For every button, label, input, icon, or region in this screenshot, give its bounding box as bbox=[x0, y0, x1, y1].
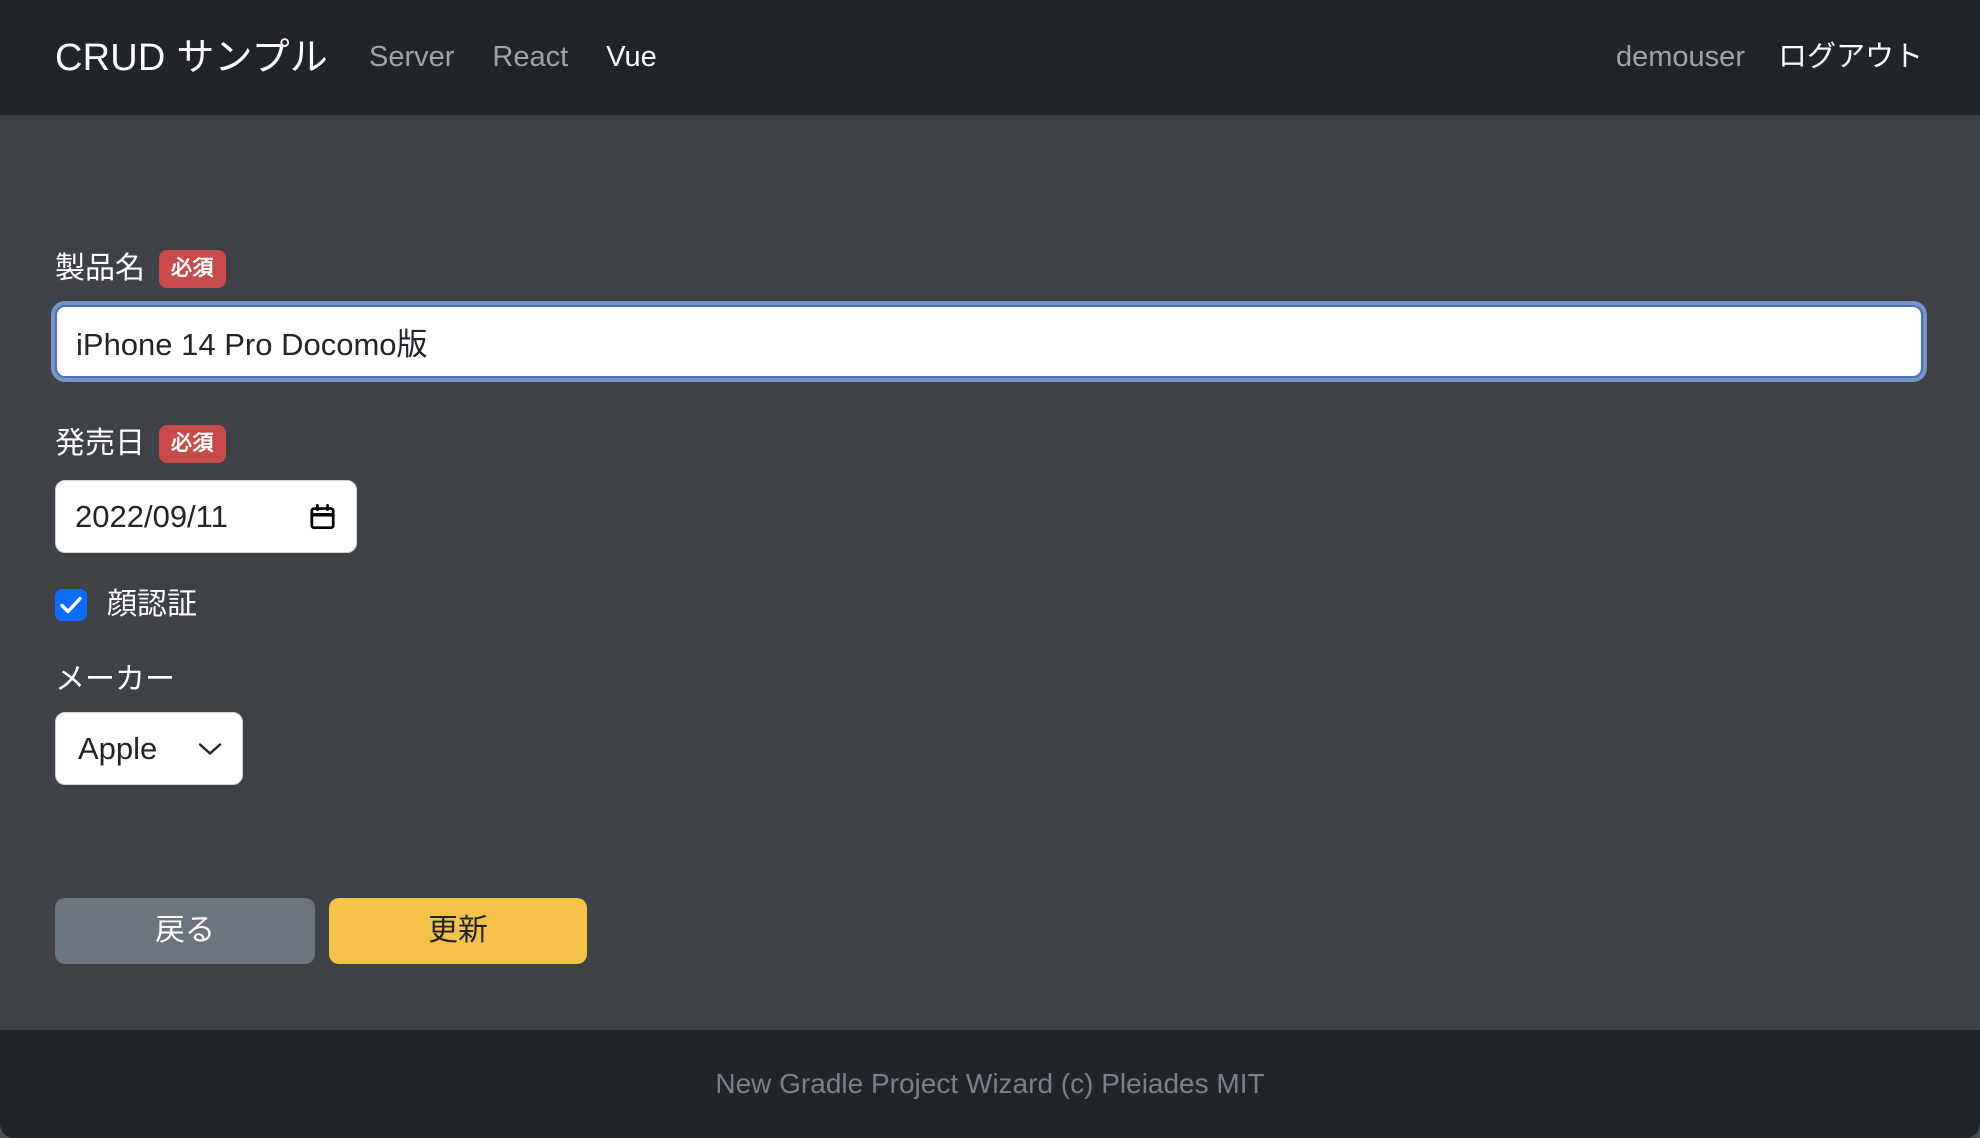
footer-text: New Gradle Project Wizard (c) Pleiades M… bbox=[715, 1068, 1265, 1099]
navbar-brand[interactable]: CRUD サンプル bbox=[55, 39, 328, 77]
maker-label-row: メーカー bbox=[55, 665, 1923, 695]
product-name-input[interactable] bbox=[51, 301, 1927, 382]
face-auth-row[interactable]: 顔認証 bbox=[55, 589, 1923, 621]
maker-selected-value: Apple bbox=[78, 731, 158, 766]
nav-link-react[interactable]: React bbox=[492, 43, 568, 72]
navbar-right: demouser ログアウト bbox=[1616, 43, 1923, 72]
page-root: CRUD サンプル Server React Vue demouser ログアウ… bbox=[0, 0, 1980, 1138]
release-date-label: 発売日 bbox=[55, 427, 145, 460]
product-name-label: 製品名 bbox=[55, 252, 145, 285]
chevron-down-icon[interactable] bbox=[198, 742, 222, 756]
product-name-label-row: 製品名 必須 bbox=[55, 250, 1923, 288]
release-date-value: 2022/09/11 bbox=[75, 499, 228, 534]
face-auth-checkbox[interactable] bbox=[55, 589, 87, 621]
face-auth-label: 顔認証 bbox=[107, 588, 197, 621]
check-icon bbox=[60, 596, 82, 614]
release-date-required-badge: 必須 bbox=[159, 425, 226, 463]
product-name-required-badge: 必須 bbox=[159, 250, 226, 288]
navbar-username: demouser bbox=[1616, 41, 1745, 73]
maker-select[interactable]: Apple bbox=[55, 712, 243, 785]
form-actions: 戻る 更新 bbox=[55, 898, 1923, 964]
release-date-input[interactable]: 2022/09/11 bbox=[55, 480, 357, 553]
back-button[interactable]: 戻る bbox=[55, 898, 315, 964]
calendar-icon[interactable] bbox=[309, 503, 336, 530]
maker-label: メーカー bbox=[55, 663, 175, 696]
update-button[interactable]: 更新 bbox=[329, 898, 587, 964]
navbar-links: Server React Vue bbox=[369, 43, 657, 72]
nav-link-server[interactable]: Server bbox=[369, 43, 454, 72]
navbar: CRUD サンプル Server React Vue demouser ログアウ… bbox=[0, 0, 1980, 115]
logout-link[interactable]: ログアウト bbox=[1778, 43, 1923, 72]
main-content: 製品名 必須 発売日 必須 2022/09/11 顔認証 bbox=[0, 115, 1980, 1030]
release-date-label-row: 発売日 必須 bbox=[55, 425, 1923, 463]
footer: New Gradle Project Wizard (c) Pleiades M… bbox=[0, 1030, 1980, 1138]
nav-link-vue[interactable]: Vue bbox=[606, 43, 657, 72]
